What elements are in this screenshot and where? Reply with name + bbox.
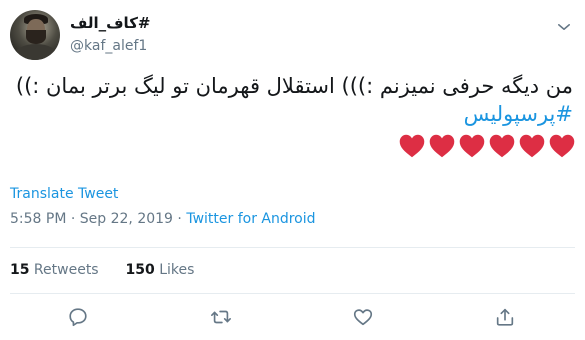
tweet-meta: 5:58 PM · Sep 22, 2019 · Twitter for And… bbox=[10, 211, 316, 227]
red-heart-emoji bbox=[519, 134, 545, 158]
likes-label: Likes bbox=[154, 262, 195, 278]
translate-tweet-link[interactable]: Translate Tweet bbox=[10, 186, 118, 202]
tweet-time[interactable]: 5:58 PM bbox=[10, 211, 66, 227]
tweet-header: #کاف_الف @kaf_alef1 bbox=[10, 10, 575, 66]
user-handle[interactable]: @kaf_alef1 bbox=[70, 38, 147, 54]
tweet-date[interactable]: Sep 22, 2019 bbox=[80, 211, 173, 227]
meta-separator: · bbox=[66, 211, 80, 227]
retweets-label: Retweets bbox=[29, 262, 99, 278]
tweet-source-link[interactable]: Twitter for Android bbox=[186, 211, 315, 227]
divider bbox=[10, 247, 575, 248]
avatar-shoulders bbox=[14, 44, 58, 60]
retweets-count: 15 bbox=[10, 262, 30, 278]
likes-count: 150 bbox=[125, 262, 155, 278]
retweet-icon[interactable] bbox=[210, 306, 234, 330]
hashtag-link[interactable]: #پرسپولیس bbox=[10, 100, 573, 128]
meta-separator: · bbox=[172, 211, 187, 227]
retweets-stat[interactable]: 15 Retweets bbox=[10, 262, 99, 278]
red-heart-emoji bbox=[459, 134, 485, 158]
chevron-down-icon[interactable] bbox=[555, 18, 573, 36]
tweet-actions bbox=[0, 306, 585, 332]
tweet-text: من دیگه حرفی نمیزنم :))) استقلال قهرمان … bbox=[10, 72, 573, 128]
divider bbox=[10, 293, 575, 294]
likes-stat[interactable]: 150 Likes bbox=[126, 262, 195, 278]
red-heart-emoji bbox=[429, 134, 455, 158]
heart-icon[interactable] bbox=[352, 306, 376, 330]
reply-icon[interactable] bbox=[67, 306, 91, 330]
tweet-stats: 15 Retweets 150 Likes bbox=[10, 262, 194, 278]
heart-emoji-row bbox=[399, 134, 575, 160]
avatar-beard bbox=[26, 30, 46, 44]
red-heart-emoji bbox=[399, 134, 425, 158]
tweet-text-line: من دیگه حرفی نمیزنم :))) استقلال قهرمان … bbox=[15, 74, 573, 98]
red-heart-emoji bbox=[549, 134, 575, 158]
share-icon[interactable] bbox=[494, 306, 518, 330]
red-heart-emoji bbox=[489, 134, 515, 158]
display-name[interactable]: #کاف_الف bbox=[70, 14, 151, 32]
avatar[interactable] bbox=[10, 10, 60, 60]
